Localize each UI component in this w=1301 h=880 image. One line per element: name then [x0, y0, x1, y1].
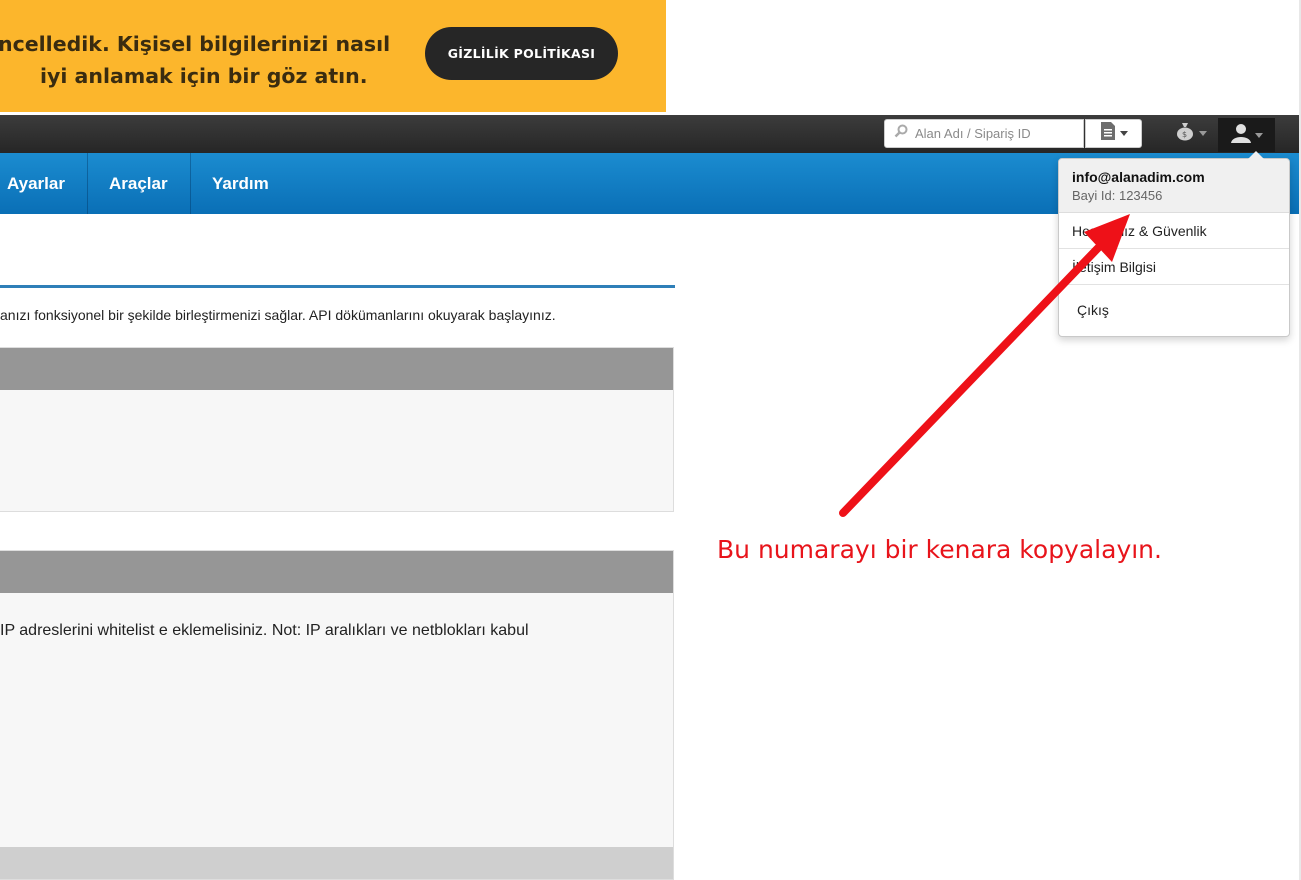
panel-header [0, 348, 673, 390]
chevron-down-icon [1119, 131, 1128, 136]
whitelist-text: IP adreslerini whitelist e eklemelisiniz… [0, 622, 529, 639]
menu-item-contact-info[interactable]: İletişim Bilgisi [1059, 249, 1289, 285]
user-icon [1230, 122, 1252, 149]
nav-item-ayarlar[interactable]: Ayarlar [0, 153, 88, 214]
search-box[interactable] [884, 119, 1084, 148]
user-menu-button[interactable] [1218, 118, 1275, 152]
svg-text:$: $ [1182, 130, 1187, 139]
section-divider [0, 285, 675, 288]
panel-api-info [0, 347, 674, 512]
billing-menu-button[interactable]: $ [1170, 119, 1210, 148]
menu-item-logout[interactable]: Çıkış [1059, 285, 1289, 335]
nav-item-araclar[interactable]: Araçlar [88, 153, 191, 214]
panel-whitelist: IP adreslerini whitelist e eklemelisiniz… [0, 550, 674, 880]
dropdown-pointer [1248, 151, 1264, 159]
user-email: info@alanadim.com [1072, 169, 1205, 185]
bayi-id: Bayi Id: 123456 [1072, 188, 1163, 203]
search-input[interactable] [913, 125, 1077, 142]
nav-item-yardim[interactable]: Yardım [191, 153, 281, 214]
search-icon [885, 124, 908, 143]
money-bag-icon: $ [1174, 120, 1196, 147]
user-dropdown-menu: info@alanadim.com Bayi Id: 123456 Hesabı… [1058, 151, 1290, 337]
document-menu-button[interactable] [1085, 119, 1142, 148]
panel-header [0, 551, 673, 593]
dropdown-header: info@alanadim.com Bayi Id: 123456 [1059, 159, 1289, 213]
banner-text: ncelledik. Kişisel bilgilerinizi nasıl i… [0, 28, 391, 92]
chevron-down-icon [1255, 132, 1263, 138]
banner-line-1: ncelledik. Kişisel bilgilerinizi nasıl [0, 32, 391, 56]
panel-footer [0, 847, 673, 879]
annotation-text: Bu numarayı bir kenara kopyalayın. [717, 535, 1162, 564]
top-bar: $ [0, 115, 1299, 153]
intro-text: anızı fonksiyonel bir şekilde birleştirm… [0, 307, 556, 323]
banner-line-2: iyi anlamak için bir göz atın. [40, 64, 368, 88]
chevron-down-icon [1198, 131, 1207, 136]
menu-item-account-security[interactable]: Hesabınız & Güvenlik [1059, 213, 1289, 249]
document-icon [1100, 121, 1116, 146]
cookie-banner: ncelledik. Kişisel bilgilerinizi nasıl i… [0, 0, 666, 112]
privacy-policy-button[interactable]: GİZLİLİK POLİTİKASI [425, 27, 618, 80]
